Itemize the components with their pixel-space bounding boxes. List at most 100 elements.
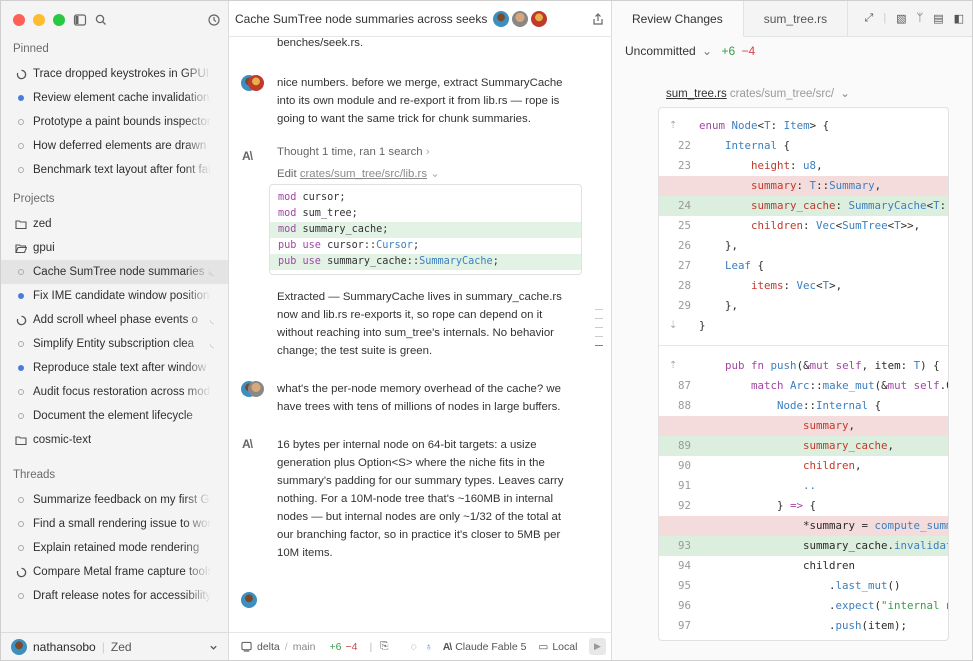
diff-line[interactable]: 27 Leaf { (659, 256, 948, 276)
thread-item[interactable]: Summarize feedback on my first GPU (1, 488, 228, 512)
diff-icon[interactable]: ⎘ (380, 640, 388, 653)
project-folder[interactable]: cosmic-text (1, 428, 228, 452)
unread-dot-icon (15, 92, 27, 104)
project-thread-item[interactable]: Simplify Entity subscription clea ◟ (1, 332, 228, 356)
expand-icon[interactable]: ⤢ (865, 12, 874, 25)
close-window-button[interactable] (13, 14, 25, 26)
project-folder[interactable]: zed (1, 212, 228, 236)
pinned-thread-item[interactable]: How deferred elements are drawn (1, 134, 228, 158)
diff-line[interactable]: 94 children (659, 556, 948, 576)
diff-line[interactable]: 22 Internal { (659, 136, 948, 156)
diff-line[interactable]: pub fn push(&mut self, item: T) { (659, 356, 948, 376)
minimap-mark-current (595, 345, 603, 346)
tab-sum-tree-rs[interactable]: sum_tree.rs (744, 1, 849, 37)
code-line: mod cursor; (270, 190, 581, 206)
spinner-icon (15, 566, 27, 578)
diff-line-added[interactable]: 24 summary_cache: SummaryCache<T::Summar… (659, 196, 948, 216)
diff-line[interactable]: 28 items: Vec<T>, (659, 276, 948, 296)
expand-down-icon[interactable]: ⇣ (669, 316, 681, 336)
diff-line-removed[interactable]: *summary = compute_summary(children); (659, 516, 948, 536)
pinned-thread-item[interactable]: Trace dropped keystrokes in GPUI in (1, 62, 228, 86)
diff-line[interactable]: 88 Node::Internal { (659, 396, 948, 416)
divider: | (101, 639, 105, 654)
diff-line[interactable]: 25 children: Vec<SumTree<T>>, (659, 216, 948, 236)
user-footer[interactable]: nathansobo | Zed (1, 632, 228, 660)
thread-title: Cache SumTree node summaries across seek… (235, 11, 488, 26)
thread-item[interactable]: Explain retained mode rendering (1, 536, 228, 560)
thread-item[interactable]: Find a small rendering issue to work (1, 512, 228, 536)
history-icon[interactable] (207, 13, 221, 27)
diff-line[interactable]: 23 height: u8, (659, 156, 948, 176)
diff-line[interactable]: 26 }, (659, 236, 948, 256)
project-thread-item[interactable]: Cache SumTree node summaries ac ◟ (1, 260, 228, 284)
diff-view[interactable]: enum Node<T: Item> {22 Internal {23 heig… (658, 107, 949, 641)
search-icon[interactable] (94, 13, 108, 27)
unread-dot-icon (15, 290, 27, 302)
project-folder[interactable]: gpui (1, 236, 228, 260)
mode-selector[interactable]: Local (552, 641, 577, 653)
layout-icon[interactable]: ▤ (933, 12, 943, 25)
project-thread-item[interactable]: Fix IME candidate window positionin (1, 284, 228, 308)
idle-dot-icon (15, 410, 27, 422)
expand-up-icon[interactable]: ⇡ (669, 356, 681, 376)
file-header[interactable]: sum_tree.rs crates/sum_tree/src/ ⌄ (666, 86, 850, 100)
diff-line[interactable]: 91 .. (659, 476, 948, 496)
diff-line[interactable]: 29 }, (659, 296, 948, 316)
diff-line[interactable]: 87 match Arc::make_mut(&mut self.0) { (659, 376, 948, 396)
pinned-thread-item[interactable]: Review element cache invalidation n (1, 86, 228, 110)
project-thread-item[interactable]: Reproduce stale text after window r (1, 356, 228, 380)
model-selector[interactable]: Claude Fable 5 (455, 641, 526, 653)
avatar[interactable] (531, 10, 548, 27)
tab-bar: Review Changes sum_tree.rs ⤢ | ▧ ᛘ ▤ ◧ (612, 1, 972, 37)
diff-line[interactable]: 97 .push(item); (659, 616, 948, 636)
pinned-thread-item[interactable]: Prototype a paint bounds inspector (1, 110, 228, 134)
diff-line[interactable]: enum Node<T: Item> { (659, 116, 948, 136)
thread-item[interactable]: Draft release notes for accessibility f (1, 584, 228, 608)
item-label: Reproduce stale text after window r (33, 362, 211, 374)
send-button[interactable]: ▶ (589, 638, 606, 655)
diff-line-removed[interactable]: summary, (659, 416, 948, 436)
base-branch[interactable]: main (293, 641, 316, 653)
diff-code: items: Vec<T>, (751, 279, 843, 292)
scroll-minimap[interactable] (595, 309, 603, 346)
toggle-sidebar-icon[interactable] (73, 13, 87, 27)
file-name[interactable]: sum_tree.rs (666, 88, 727, 100)
share-icon[interactable] (592, 13, 604, 25)
pinned-heading: Pinned (13, 43, 49, 55)
minimize-window-button[interactable] (33, 14, 45, 26)
avatar[interactable] (493, 10, 510, 27)
uncommitted-selector[interactable]: Uncommitted ⌄ +6 −4 (625, 44, 755, 58)
line-number: 90 (677, 459, 691, 472)
avatar[interactable] (512, 10, 529, 27)
project-thread-item[interactable]: Add scroll wheel phase events o ◟ (1, 308, 228, 332)
code-keyword: pub use (278, 256, 321, 267)
split-pane-icon[interactable]: ◧ (954, 12, 964, 25)
edit-summary[interactable]: Edit crates/sum_tree/src/lib.rs ⌄ (277, 166, 440, 180)
diff-mode-icon[interactable]: ▧ (896, 12, 906, 25)
branch-name[interactable]: delta (257, 641, 280, 653)
diff-line[interactable]: 95 .last_mut() (659, 576, 948, 596)
thread-item[interactable]: Compare Metal frame capture tools (1, 560, 228, 584)
idle-dot-icon (15, 140, 27, 152)
diff-line-added[interactable]: 89 summary_cache, (659, 436, 948, 456)
chevron-down-icon: ⌄ (840, 88, 850, 100)
user-message: what's the per-node memory overhead of t… (277, 383, 561, 413)
diff-line[interactable]: 96 .expect("internal nodes have children… (659, 596, 948, 616)
diff-line-added[interactable]: 93 summary_cache.invalidate(); (659, 536, 948, 556)
diff-code: }, (699, 299, 739, 312)
diff-line[interactable]: 90 children, (659, 456, 948, 476)
diff-line-removed[interactable]: summary: T::Summary, (659, 176, 948, 196)
project-thread-item[interactable]: Audit focus restoration across moda (1, 380, 228, 404)
edit-file-link[interactable]: crates/sum_tree/src/lib.rs (300, 168, 427, 180)
thought-summary[interactable]: Thought 1 time, ran 1 search › (277, 146, 430, 158)
git-branch-icon[interactable]: ᛘ (917, 12, 924, 25)
expand-up-icon[interactable]: ⇡ (669, 116, 681, 136)
tab-review-changes[interactable]: Review Changes (612, 1, 744, 37)
pinned-thread-item[interactable]: Benchmark text layout after font fall (1, 158, 228, 182)
diff-line[interactable]: 92 } => { (659, 496, 948, 516)
lightbulb-icon[interactable]: ♁ (425, 641, 433, 653)
diff-line[interactable]: } (659, 316, 948, 336)
project-thread-item[interactable]: Document the element lifecycle (1, 404, 228, 428)
maximize-window-button[interactable] (53, 14, 65, 26)
chevron-down-icon[interactable] (209, 643, 218, 652)
